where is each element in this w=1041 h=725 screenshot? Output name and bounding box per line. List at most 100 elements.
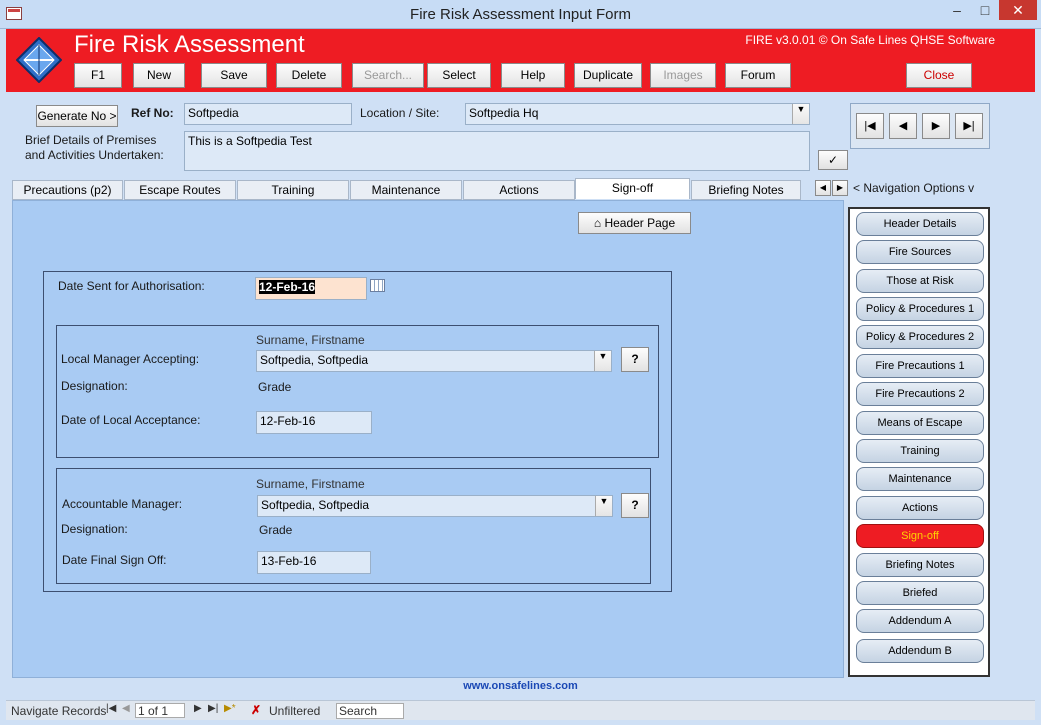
designation-label: Designation: [61,379,128,393]
app-name: Fire Risk Assessment [74,31,305,58]
nav-briefing-notes[interactable]: Briefing Notes [856,553,984,577]
close-icon[interactable]: ✕ [999,0,1037,20]
tab-training[interactable]: Training [237,180,349,200]
diamond-logo-icon [16,37,62,83]
location-value: Softpedia Hq [469,106,539,120]
record-number-field[interactable]: 1 of 1 [135,703,185,718]
nav-fire-sources[interactable]: Fire Sources [856,240,984,264]
ref-no-field[interactable]: Softpedia [184,103,352,125]
tab-sign-off[interactable]: Sign-off [575,178,690,199]
nav-means-of-escape[interactable]: Means of Escape [856,411,984,435]
accountable-manager-combo[interactable]: Softpedia, Softpedia ▼ [257,495,613,517]
nav-maintenance[interactable]: Maintenance [856,467,984,491]
next-record-icon[interactable]: ▶ [194,703,202,714]
chevron-down-icon[interactable]: ▼ [792,104,809,124]
tab-scroll-right-icon[interactable]: ▶ [832,180,848,196]
previous-record-icon[interactable]: ◀ [122,703,130,714]
close-button[interactable]: Close [906,63,972,88]
local-manager-help-button[interactable]: ? [621,347,649,372]
tab-precautions-p2[interactable]: Precautions (p2) [12,180,123,200]
forum-button[interactable]: Forum [725,63,791,88]
nav-training[interactable]: Training [856,439,984,463]
nav-header-details[interactable]: Header Details [856,212,984,236]
last-record-icon[interactable]: ▶| [955,113,983,139]
nav-fire-precautions-2[interactable]: Fire Precautions 2 [856,382,984,406]
calendar-icon[interactable] [370,279,385,292]
accountable-manager-help-button[interactable]: ? [621,493,649,518]
nav-actions[interactable]: Actions [856,496,984,520]
navigate-records-label: Navigate Records [11,704,107,718]
brief-details-field[interactable]: This is a Softpedia Test [184,131,810,171]
duplicate-button[interactable]: Duplicate [574,63,642,88]
nav-those-at-risk[interactable]: Those at Risk [856,269,984,293]
local-acceptance-date-label: Date of Local Acceptance: [61,413,201,427]
tab-briefing-notes[interactable]: Briefing Notes [691,180,801,200]
ref-no-label: Ref No: [131,106,174,120]
local-manager-label: Local Manager Accepting: [61,352,200,366]
maximize-icon[interactable]: □ [971,0,999,20]
website-link[interactable]: www.onsafelines.com [6,680,1035,698]
app-header: Fire Risk Assessment FIRE v3.0.01 © On S… [6,29,1035,92]
new-button[interactable]: New [133,63,185,88]
window-title: Fire Risk Assessment Input Form [410,6,631,23]
designation-label: Designation: [61,522,128,536]
search-button[interactable]: Search... [352,63,424,88]
tab-actions[interactable]: Actions [463,180,575,200]
tab-scroll-left-icon[interactable]: ◀ [815,180,831,196]
filter-icon: ✗ [251,703,262,717]
save-button[interactable]: Save [201,63,267,88]
sign-off-box: Date Sent for Authorisation: 12-Feb-16 S… [43,271,672,592]
select-button[interactable]: Select [427,63,491,88]
chevron-down-icon[interactable]: ▼ [595,496,612,516]
nav-fire-precautions-1[interactable]: Fire Precautions 1 [856,354,984,378]
version-text: FIRE v3.0.01 © On Safe Lines QHSE Softwa… [745,33,995,47]
home-icon: ⌂ [593,216,602,230]
minimize-icon[interactable]: – [943,0,971,20]
delete-button[interactable]: Delete [276,63,342,88]
help-button[interactable]: Help [501,63,565,88]
designation-value: Grade [259,523,293,537]
surname-hint: Surname, Firstname [256,477,365,491]
local-acceptance-date-field[interactable]: 12-Feb-16 [256,411,372,434]
first-record-icon[interactable]: |◀ [106,703,116,714]
previous-record-icon[interactable]: ◀ [889,113,917,139]
f1-button[interactable]: F1 [74,63,122,88]
location-combo[interactable]: Softpedia Hq ▼ [465,103,810,125]
final-sign-off-field[interactable]: 13-Feb-16 [257,551,371,574]
nav-addendum-a[interactable]: Addendum A [856,609,984,633]
nav-sign-off[interactable]: Sign-off [856,524,984,548]
final-sign-off-label: Date Final Sign Off: [62,553,167,567]
record-navigation-bar: Navigate Records |◀ ◀ 1 of 1 ▶ ▶| ▶* ✗ U… [6,700,1035,720]
brief-details-label: Brief Details of Premises and Activities… [25,133,164,162]
sign-off-panel: ⌂ Header Page Date Sent for Authorisatio… [12,200,844,678]
nav-addendum-b[interactable]: Addendum B [856,639,984,663]
window-titlebar: Fire Risk Assessment Input Form – □ ✕ [0,0,1041,29]
nav-briefed[interactable]: Briefed [856,581,984,605]
generate-number-button[interactable]: Generate No > [36,105,118,127]
nav-policy-procedures-1[interactable]: Policy & Procedures 1 [856,297,984,321]
filter-status[interactable]: Unfiltered [269,704,320,718]
accountable-manager-label: Accountable Manager: [62,497,183,511]
location-label: Location / Site: [360,106,440,120]
surname-hint: Surname, Firstname [256,333,365,347]
date-sent-label: Date Sent for Authorisation: [58,279,205,293]
designation-value: Grade [258,380,292,394]
record-nav-group: |◀ ◀ ▶ ▶| [850,103,990,149]
chevron-down-icon[interactable]: ▼ [594,351,611,371]
date-sent-field[interactable]: 12-Feb-16 [255,277,367,300]
new-record-icon[interactable]: ▶* [224,703,236,714]
next-record-icon[interactable]: ▶ [922,113,950,139]
spellcheck-icon[interactable]: ✓ [818,150,848,170]
tab-escape-routes[interactable]: Escape Routes [124,180,236,200]
local-manager-box: Surname, Firstname Local Manager Accepti… [56,325,659,458]
local-manager-combo[interactable]: Softpedia, Softpedia ▼ [256,350,612,372]
nav-policy-procedures-2[interactable]: Policy & Procedures 2 [856,325,984,349]
last-record-icon[interactable]: ▶| [208,703,218,714]
navigation-options-panel: Header Details Fire Sources Those at Ris… [848,207,990,677]
search-input[interactable]: Search [336,703,404,719]
header-page-button[interactable]: ⌂ Header Page [578,212,691,234]
accountable-manager-box: Surname, Firstname Accountable Manager: … [56,468,651,584]
first-record-icon[interactable]: |◀ [856,113,884,139]
images-button[interactable]: Images [650,63,716,88]
tab-maintenance[interactable]: Maintenance [350,180,462,200]
